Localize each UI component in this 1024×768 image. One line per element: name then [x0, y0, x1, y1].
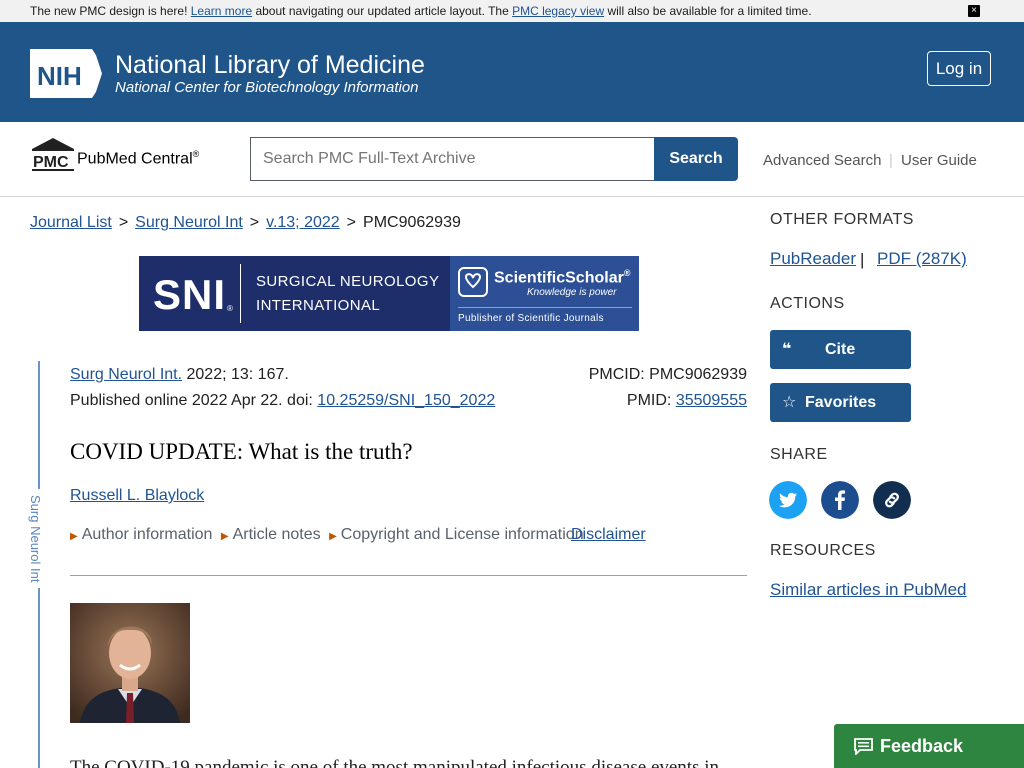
- link-icon[interactable]: [873, 481, 911, 519]
- cite-label: Cite: [825, 341, 856, 358]
- search-button[interactable]: Search: [654, 137, 738, 181]
- nlm-header: NIH National Library of Medicine Nationa…: [0, 22, 1024, 122]
- breadcrumb-volume[interactable]: v.13; 2022: [266, 214, 340, 231]
- journal-banner[interactable]: SNI ® SURGICAL NEUROLOGY INTERNATIONAL S…: [139, 256, 639, 331]
- article-body-text: The COVID-19 pandemic is one of the most…: [70, 757, 720, 768]
- twitter-icon[interactable]: [769, 481, 807, 519]
- expand-triangle-icon: ▶: [220, 531, 229, 542]
- other-formats-heading: OTHER FORMATS: [770, 211, 914, 228]
- breadcrumb-separator: >: [346, 214, 357, 231]
- nav-separator: |: [889, 152, 893, 169]
- pmc-logo-text: PMC: [33, 154, 69, 171]
- site-name-mark: ®: [192, 149, 200, 159]
- pmid-link[interactable]: 35509555: [676, 392, 747, 409]
- banner-divider: [240, 264, 241, 323]
- published-line: Published online 2022 Apr 22. doi: 10.25…: [70, 392, 495, 410]
- close-icon[interactable]: ×: [968, 5, 980, 17]
- expand-triangle-icon: ▶: [70, 531, 78, 542]
- disclaimer-link[interactable]: Disclaimer: [571, 526, 646, 544]
- feedback-icon: [854, 738, 873, 755]
- citation-line: Surg Neurol Int. 2022; 13: 167.: [70, 366, 289, 384]
- journal-citation-link[interactable]: Surg Neurol Int.: [70, 366, 182, 383]
- notice-text-mid: about navigating our updated article lay…: [252, 4, 513, 18]
- article-notes-label: Article notes: [232, 526, 321, 543]
- article-notes-toggle[interactable]: ▶ Article notes: [221, 526, 321, 543]
- user-guide-link[interactable]: User Guide: [901, 152, 977, 169]
- login-button[interactable]: Log in: [927, 51, 991, 86]
- copyright-toggle[interactable]: ▶ Copyright and License information: [329, 526, 584, 543]
- author-photo: [70, 603, 190, 723]
- pmid-label: PMID:: [626, 392, 676, 409]
- similar-articles-link[interactable]: Similar articles in PubMed: [770, 580, 967, 600]
- article-info-links: ▶ Author information ▶ Article notes ▶ Copy…: [70, 526, 588, 544]
- publisher-name: ScientificScholar®: [494, 268, 630, 287]
- side-journal-label[interactable]: Surg Neurol Int: [28, 495, 43, 582]
- publisher-block: ScientificScholar® Knowledge is power Pu…: [450, 256, 639, 331]
- search-input[interactable]: Search PMC Full-Text Archive: [250, 137, 654, 181]
- notice-text-post: will also be available for a limited tim…: [604, 4, 812, 18]
- nlm-title[interactable]: National Library of Medicine: [115, 50, 425, 80]
- nih-logo-text: NIH: [37, 61, 82, 91]
- breadcrumb-separator: >: [118, 214, 129, 231]
- pmid-line: PMID: 35509555: [627, 392, 747, 410]
- legacy-view-link[interactable]: PMC legacy view: [512, 4, 604, 18]
- feedback-label: Feedback: [880, 736, 964, 756]
- actions-heading: ACTIONS: [770, 295, 845, 312]
- site-name-label: PubMed Central: [77, 150, 193, 168]
- author-information-label: Author information: [81, 526, 213, 543]
- facebook-icon[interactable]: [821, 481, 859, 519]
- breadcrumb-journal-list[interactable]: Journal List: [30, 214, 112, 231]
- quote-icon: ❝: [782, 341, 792, 358]
- pubreader-link[interactable]: PubReader: [770, 249, 856, 269]
- search-bar-row: PMC PubMed Central® Search PMC Full-Text…: [0, 122, 1024, 197]
- nih-logo[interactable]: NIH: [30, 49, 108, 98]
- breadcrumb-journal[interactable]: Surg Neurol Int: [135, 214, 243, 231]
- favorites-button[interactable]: ☆ Favorites: [770, 383, 911, 422]
- publisher-logo-icon: [458, 267, 488, 297]
- notice-text-pre: The new PMC design is here!: [30, 4, 191, 18]
- side-rule-bottom: [38, 588, 40, 768]
- journal-abbr: SNI: [153, 271, 227, 318]
- publisher-tagline: Knowledge is power: [527, 287, 617, 298]
- publisher-description: Publisher of Scientific Journals: [458, 313, 604, 324]
- journal-name-line1: SURGICAL NEUROLOGY: [256, 273, 440, 290]
- pdf-link[interactable]: PDF (287K): [877, 249, 967, 269]
- pmcid: PMCID: PMC9062939: [588, 366, 747, 383]
- format-separator: |: [860, 250, 865, 269]
- share-heading: SHARE: [770, 446, 828, 463]
- copyright-label: Copyright and License information: [340, 526, 584, 543]
- author-information-toggle[interactable]: ▶ Author information: [70, 526, 212, 543]
- side-rule-top: [38, 361, 40, 489]
- expand-triangle-icon: ▶: [329, 531, 337, 542]
- publisher-divider: [458, 307, 632, 308]
- journal-name-line2: INTERNATIONAL: [256, 297, 381, 314]
- learn-more-link[interactable]: Learn more: [191, 4, 252, 18]
- publisher-mark: ®: [623, 268, 631, 278]
- star-icon: ☆: [782, 394, 797, 411]
- advanced-search-link[interactable]: Advanced Search: [763, 152, 881, 169]
- feedback-button[interactable]: Feedback: [834, 724, 1024, 768]
- breadcrumb-separator: >: [249, 214, 260, 231]
- site-name[interactable]: PubMed Central®: [77, 149, 199, 168]
- nlm-subtitle: National Center for Biotechnology Inform…: [115, 79, 419, 96]
- journal-reg-mark: ®: [227, 304, 233, 313]
- published-date: Published online 2022 Apr 22. doi:: [70, 392, 318, 409]
- breadcrumb-current: PMC9062939: [363, 214, 461, 231]
- article-title: COVID UPDATE: What is the truth?: [70, 439, 413, 464]
- notice-banner: The new PMC design is here! Learn more a…: [0, 0, 1024, 22]
- cite-button[interactable]: ❝ Cite: [770, 330, 911, 369]
- pmc-logo-icon[interactable]: PMC: [30, 136, 76, 172]
- breadcrumb: Journal List > Surg Neurol Int > v.13; 2022 >…: [30, 214, 461, 232]
- citation-detail: 2022; 13: 167.: [182, 366, 289, 383]
- publisher-name-label: ScientificScholar: [494, 269, 624, 287]
- resources-heading: RESOURCES: [770, 542, 876, 559]
- section-divider: [70, 575, 747, 576]
- favorites-label: Favorites: [805, 394, 877, 411]
- author-link[interactable]: Russell L. Blaylock: [70, 487, 204, 505]
- doi-link[interactable]: 10.25259/SNI_150_2022: [317, 392, 495, 409]
